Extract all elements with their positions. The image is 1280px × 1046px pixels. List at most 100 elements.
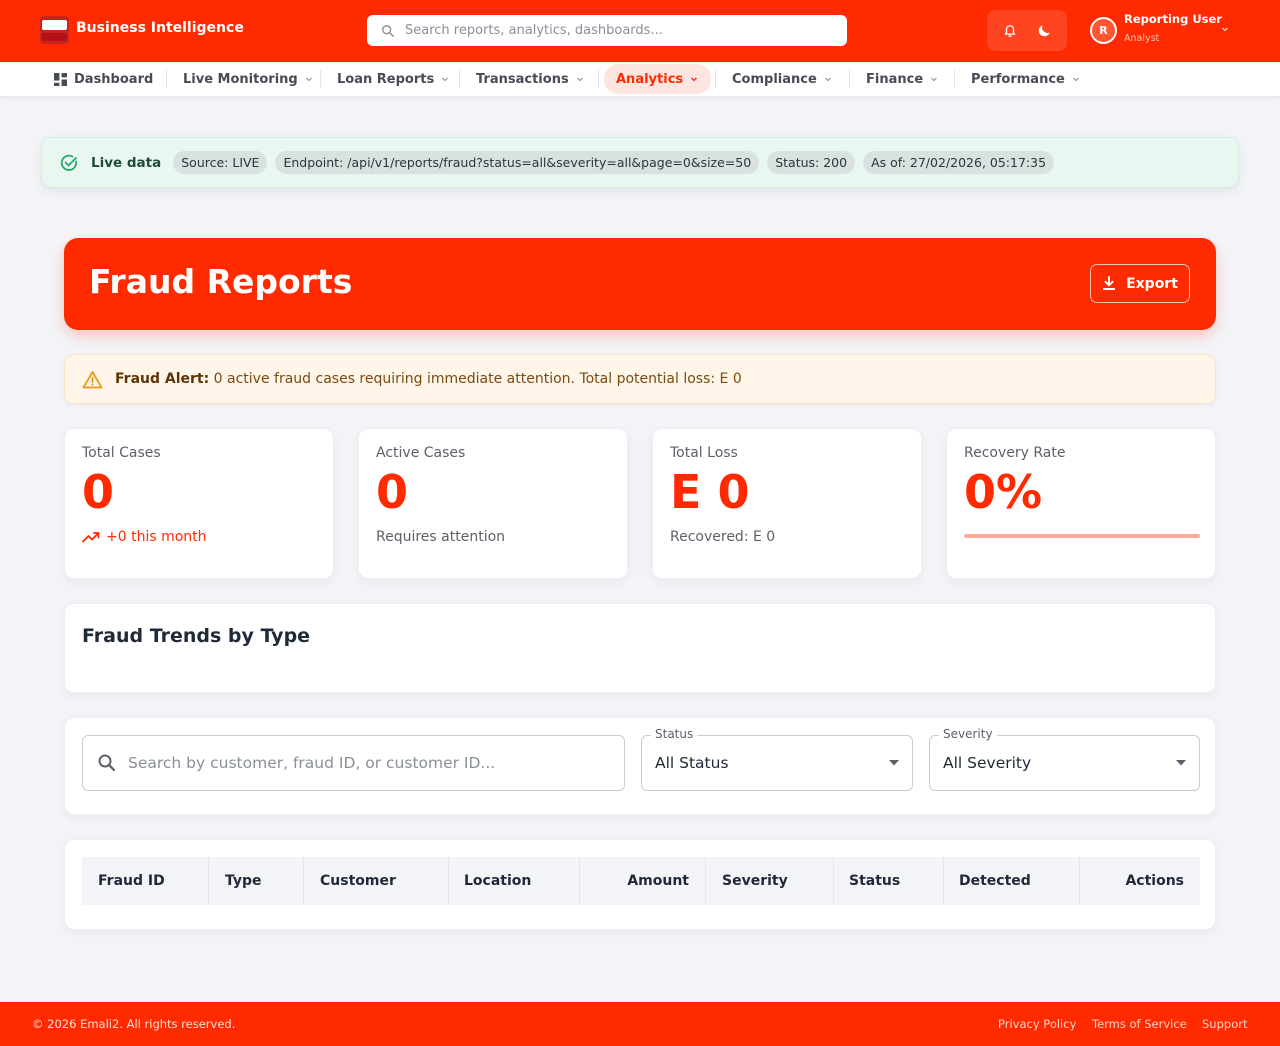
column-divider bbox=[208, 857, 209, 905]
nav-loan-reports[interactable]: Loan Reports bbox=[337, 62, 450, 96]
footer-link-terms[interactable]: Terms of Service bbox=[1092, 1017, 1187, 1031]
chevron-down-icon bbox=[442, 77, 449, 82]
column-divider bbox=[705, 857, 706, 905]
stat-subtitle: Requires attention bbox=[376, 529, 506, 545]
chevron-down-icon bbox=[691, 77, 698, 82]
source-chip: Source: LIVE bbox=[173, 151, 268, 174]
stat-subtitle: +0 this month bbox=[82, 529, 316, 545]
status-select-label: Status bbox=[651, 727, 698, 741]
nav-dashboard[interactable]: Dashboard bbox=[54, 62, 153, 96]
column-divider bbox=[448, 857, 449, 905]
column-header-detected[interactable]: Detected bbox=[959, 857, 1031, 905]
stat-title: Total Cases bbox=[82, 445, 161, 461]
column-header-severity[interactable]: Severity bbox=[722, 857, 788, 905]
chevron-down-icon bbox=[305, 77, 312, 82]
nav-performance-label: Performance bbox=[971, 71, 1065, 87]
app-logo[interactable] bbox=[40, 16, 69, 44]
status-select[interactable]: Status All Status bbox=[641, 727, 913, 791]
stat-card-total-cases: Total Cases 0 +0 this month bbox=[64, 428, 334, 579]
column-header-fraud-id[interactable]: Fraud ID bbox=[98, 857, 165, 905]
footer-link-support[interactable]: Support bbox=[1202, 1017, 1247, 1031]
fraud-alert-text: Fraud Alert: 0 active fraud cases requir… bbox=[115, 371, 742, 387]
stat-subtitle: Recovered: E 0 bbox=[670, 529, 776, 545]
nav-transactions[interactable]: Transactions bbox=[476, 62, 585, 96]
brand-title: Business Intelligence bbox=[76, 20, 244, 36]
nav-live-monitoring[interactable]: Live Monitoring bbox=[183, 62, 314, 96]
nav-divider bbox=[459, 70, 460, 88]
export-button-label: Export bbox=[1126, 275, 1178, 292]
severity-select-value: All Severity bbox=[943, 754, 1032, 772]
notifications-button[interactable] bbox=[995, 16, 1025, 46]
user-avatar[interactable]: R bbox=[1090, 17, 1117, 44]
stat-title: Total Loss bbox=[670, 445, 738, 461]
stat-card-recovery-rate: Recovery Rate 0% bbox=[946, 428, 1216, 579]
column-divider bbox=[943, 857, 944, 905]
download-icon bbox=[1103, 276, 1116, 290]
stat-value: 0 bbox=[82, 465, 115, 519]
nav-compliance[interactable]: Compliance bbox=[732, 62, 833, 96]
filters-panel: Search by customer, fraud ID, or custome… bbox=[64, 717, 1216, 815]
nav-divider bbox=[715, 70, 716, 88]
nav-performance[interactable]: Performance bbox=[971, 62, 1081, 96]
stat-card-total-loss: Total Loss E 0 Recovered: E 0 bbox=[652, 428, 922, 579]
table-header: Fraud ID Type Customer Location Amount S… bbox=[82, 857, 1200, 905]
status-select-value: All Status bbox=[655, 754, 729, 772]
nav-finance[interactable]: Finance bbox=[866, 62, 939, 96]
fraud-alert-prefix: Fraud Alert: bbox=[115, 371, 210, 387]
search-icon bbox=[98, 754, 116, 772]
column-divider bbox=[833, 857, 834, 905]
section-title: Fraud Trends by Type bbox=[82, 625, 311, 647]
nav-analytics[interactable]: Analytics bbox=[604, 64, 712, 94]
recovery-progress-bar bbox=[964, 534, 1200, 538]
nav-finance-label: Finance bbox=[866, 71, 924, 87]
user-role: Analyst bbox=[1124, 33, 1160, 44]
timestamp-chip: As of: 27/02/2026, 05:17:35 bbox=[863, 151, 1055, 174]
nav-divider bbox=[954, 70, 955, 88]
status-chip: Status: 200 bbox=[767, 151, 856, 174]
severity-select[interactable]: Severity All Severity bbox=[929, 727, 1200, 791]
stat-subtitle-text: +0 this month bbox=[106, 529, 207, 545]
nav-divider bbox=[320, 70, 321, 88]
moon-icon bbox=[1038, 25, 1050, 37]
export-button[interactable]: Export bbox=[1090, 264, 1190, 303]
bell-icon bbox=[1004, 24, 1016, 37]
column-header-amount[interactable]: Amount bbox=[579, 857, 689, 905]
warning-icon bbox=[82, 370, 103, 388]
fraud-alert-message: 0 active fraud cases requiring immediate… bbox=[209, 371, 742, 387]
column-header-customer[interactable]: Customer bbox=[320, 857, 396, 905]
page-footer: © 2026 Emali2. All rights reserved. Priv… bbox=[0, 1002, 1280, 1046]
fraud-trends-panel: Fraud Trends by Type bbox=[64, 603, 1216, 693]
user-name[interactable]: Reporting User bbox=[1124, 12, 1222, 26]
nav-divider bbox=[849, 70, 850, 88]
fraud-search-placeholder: Search by customer, fraud ID, or custome… bbox=[128, 754, 496, 772]
nav-loan-reports-label: Loan Reports bbox=[337, 71, 435, 87]
page-title: Fraud Reports bbox=[89, 262, 353, 301]
fraud-table-card: Fraud ID Type Customer Location Amount S… bbox=[64, 839, 1216, 930]
column-header-type[interactable]: Type bbox=[225, 857, 262, 905]
chevron-down-icon bbox=[824, 77, 831, 82]
nav-transactions-label: Transactions bbox=[476, 71, 569, 87]
chevron-down-icon bbox=[931, 77, 938, 82]
nav-live-monitoring-label: Live Monitoring bbox=[183, 71, 298, 87]
trending-up-icon bbox=[82, 532, 100, 543]
header-actions bbox=[987, 10, 1067, 51]
column-header-status[interactable]: Status bbox=[849, 857, 900, 905]
stat-title: Active Cases bbox=[376, 445, 466, 461]
column-header-actions: Actions bbox=[1125, 873, 1184, 889]
theme-toggle-button[interactable] bbox=[1029, 16, 1059, 46]
column-header-location[interactable]: Location bbox=[464, 857, 531, 905]
live-data-label: Live data bbox=[91, 154, 162, 171]
nav-divider bbox=[598, 70, 599, 88]
nav-analytics-label: Analytics bbox=[616, 71, 684, 87]
user-menu-chevron-icon[interactable] bbox=[1220, 24, 1230, 34]
footer-link-privacy[interactable]: Privacy Policy bbox=[998, 1017, 1076, 1031]
caret-down-icon bbox=[1176, 760, 1186, 766]
endpoint-chip: Endpoint: /api/v1/reports/fraud?status=a… bbox=[275, 151, 760, 174]
severity-select-label: Severity bbox=[939, 727, 997, 741]
dashboard-icon bbox=[54, 72, 67, 86]
fraud-search-input[interactable]: Search by customer, fraud ID, or custome… bbox=[82, 735, 625, 791]
chevron-down-icon bbox=[576, 77, 583, 82]
stat-value: 0 bbox=[376, 465, 409, 519]
nav-compliance-label: Compliance bbox=[732, 71, 817, 87]
global-search-input[interactable]: Search reports, analytics, dashboards... bbox=[367, 15, 847, 46]
